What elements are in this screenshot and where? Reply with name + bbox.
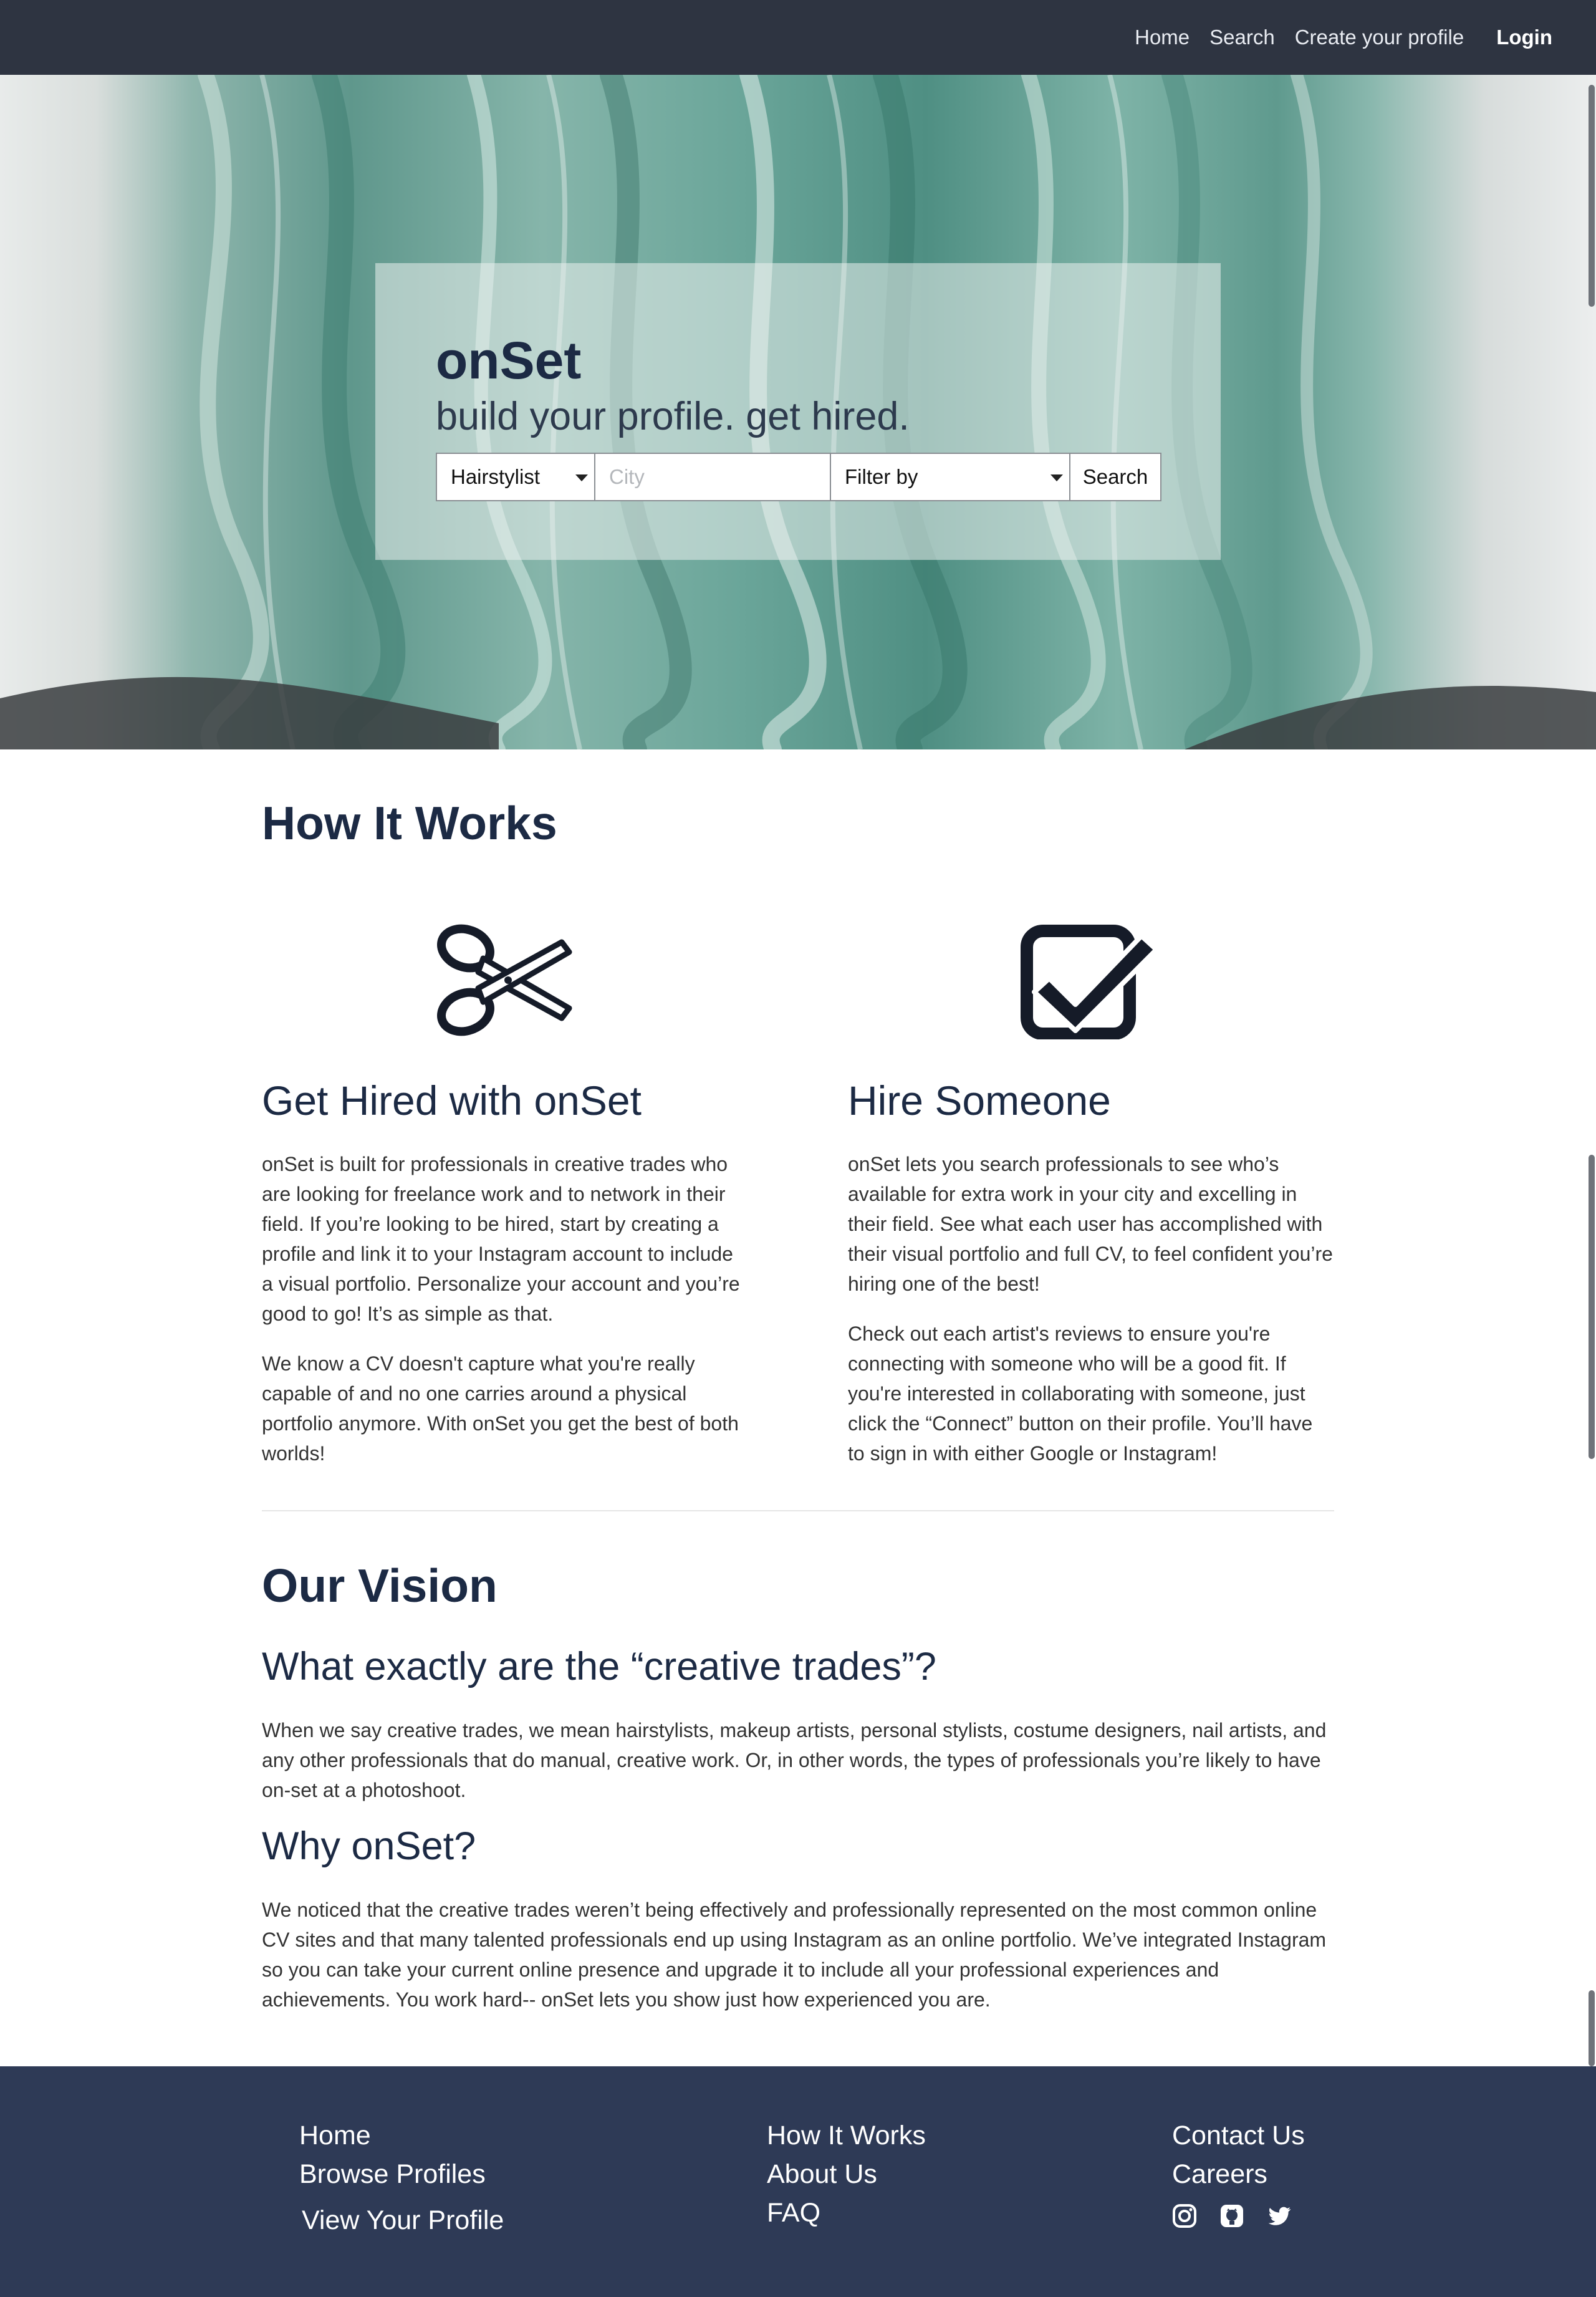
nav-search-link[interactable]: Search	[1209, 26, 1275, 49]
why-onset-question: Why onSet?	[262, 1824, 476, 1868]
footer-faq-link[interactable]: FAQ	[767, 2193, 926, 2232]
hero-banner: onSet build your profile. get hired. Hai…	[0, 75, 1596, 749]
footer-column-1: Home Browse Profiles View Your Profile	[299, 2116, 504, 2240]
filter-select[interactable]: Filter by	[831, 453, 1070, 501]
get-hired-heading: Get Hired with onSet	[262, 1077, 642, 1124]
nav-links: Home Search Create your profile Login	[1135, 0, 1596, 75]
footer-column-3: Contact Us Careers	[1172, 2116, 1305, 2228]
trade-select[interactable]: Hairstylist	[436, 453, 595, 501]
nav-create-profile-link[interactable]: Create your profile	[1295, 26, 1464, 49]
scrollbar-thumb-3[interactable]	[1589, 1990, 1595, 2066]
caret-down-icon	[1050, 474, 1063, 481]
hire-someone-paragraph-1: onSet lets you search professionals to s…	[848, 1153, 1333, 1295]
footer-view-profile-link[interactable]: View Your Profile	[302, 2201, 504, 2240]
icon-wrapper	[848, 912, 1334, 1049]
section-divider	[262, 1510, 1334, 1511]
how-it-works-heading: How It Works	[262, 797, 557, 849]
our-vision-heading: Our Vision	[262, 1559, 498, 1612]
creative-trades-answer: When we say creative trades, we mean hai…	[262, 1719, 1327, 1801]
get-hired-paragraph-1: onSet is built for professionals in crea…	[262, 1153, 740, 1325]
get-hired-column: Get Hired with onSet onSet is built for …	[262, 912, 748, 1488]
nav-home-link[interactable]: Home	[1135, 26, 1190, 49]
footer-careers-link[interactable]: Careers	[1172, 2155, 1305, 2193]
footer-contact-link[interactable]: Contact Us	[1172, 2116, 1305, 2155]
why-onset-answer: We noticed that the creative trades were…	[262, 1899, 1327, 2011]
scrollbar-thumb-2[interactable]	[1589, 1155, 1595, 1459]
login-link[interactable]: Login	[1496, 26, 1552, 49]
vision-section: What exactly are the “creative trades”? …	[262, 1644, 1334, 2033]
top-navbar: Home Search Create your profile Login	[0, 0, 1596, 75]
scrollbar-thumb-1[interactable]	[1589, 85, 1595, 307]
search-button[interactable]: Search	[1070, 453, 1161, 501]
site-footer: Home Browse Profiles View Your Profile H…	[0, 2066, 1596, 2297]
page-scrollbar[interactable]	[1587, 0, 1596, 2297]
icon-wrapper	[262, 912, 748, 1049]
footer-home-link[interactable]: Home	[299, 2116, 504, 2155]
scissors-icon	[437, 924, 572, 1036]
trade-select-value: Hairstylist	[451, 465, 541, 488]
social-links	[1172, 2203, 1305, 2228]
footer-about-link[interactable]: About Us	[767, 2155, 926, 2193]
footer-browse-profiles-link[interactable]: Browse Profiles	[299, 2155, 504, 2193]
footer-column-2: How It Works About Us FAQ	[767, 2116, 926, 2232]
creative-trades-question: What exactly are the “creative trades”?	[262, 1645, 936, 1688]
search-form: Hairstylist Filter by Search	[436, 453, 1161, 501]
footer-how-it-works-link[interactable]: How It Works	[767, 2116, 926, 2155]
city-input[interactable]	[595, 453, 831, 501]
filter-select-value: Filter by	[845, 465, 918, 488]
instagram-icon[interactable]	[1172, 2203, 1197, 2228]
hero-tagline: build your profile. get hired.	[436, 395, 910, 438]
hire-someone-paragraph-2: Check out each artist's reviews to ensur…	[848, 1322, 1313, 1465]
caret-down-icon	[575, 474, 588, 481]
hire-someone-column: Hire Someone onSet lets you search profe…	[848, 912, 1334, 1488]
hire-someone-heading: Hire Someone	[848, 1077, 1111, 1124]
hero-search-panel: onSet build your profile. get hired. Hai…	[375, 263, 1221, 560]
checkbox-check-icon	[1021, 925, 1159, 1039]
brand-title: onSet	[436, 331, 582, 390]
github-icon[interactable]	[1219, 2203, 1244, 2228]
get-hired-paragraph-2: We know a CV doesn't capture what you're…	[262, 1352, 739, 1465]
twitter-icon[interactable]	[1267, 2203, 1292, 2228]
